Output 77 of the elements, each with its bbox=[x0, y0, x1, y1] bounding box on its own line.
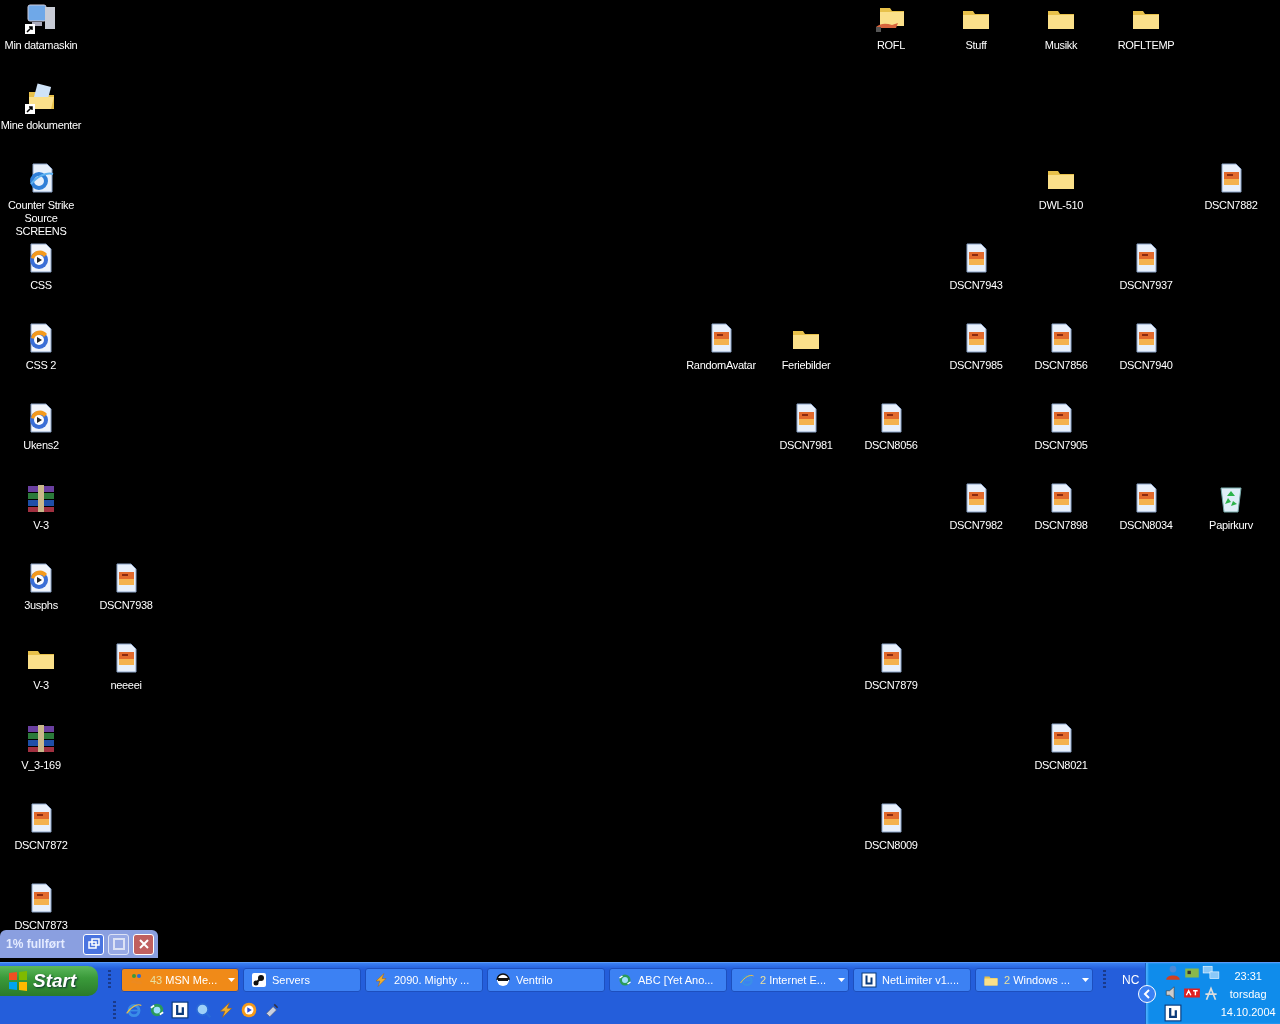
archive-icon[interactable] bbox=[25, 482, 57, 514]
icon-label: Musikk bbox=[1044, 39, 1078, 52]
taskbar-button[interactable]: 2 Internet E... bbox=[731, 968, 849, 992]
icon-label: DSCN7898 bbox=[1034, 519, 1088, 532]
show-hidden-icons-button[interactable] bbox=[1138, 984, 1157, 1003]
icon-label: V-3 bbox=[33, 519, 49, 532]
icon-label: DWL-510 bbox=[1038, 199, 1084, 212]
icon-label: DSCN8056 bbox=[864, 439, 918, 452]
icon-label: V-3 bbox=[33, 679, 49, 692]
taskbar-button[interactable]: Ventrilo bbox=[487, 968, 605, 992]
browser-e-icon bbox=[739, 972, 755, 988]
icon-label: CSS 2 bbox=[25, 359, 57, 372]
clock-time: 23:31 bbox=[1234, 968, 1262, 984]
toolbar-label[interactable]: NC bbox=[1116, 973, 1146, 987]
icon-label: DSCN7981 bbox=[779, 439, 833, 452]
icon-label: DSCN8021 bbox=[1034, 759, 1088, 772]
icon-label: neeeei bbox=[110, 679, 142, 692]
close-button[interactable] bbox=[133, 933, 154, 955]
icon-label: CSS bbox=[30, 279, 52, 292]
clock-date: 14.10.2004 bbox=[1220, 1004, 1276, 1020]
icon-label: Min datamaskin bbox=[4, 39, 78, 52]
icon-label: DSCN7985 bbox=[949, 359, 1003, 372]
icon-label: Counter Strike Source SCREENS bbox=[6, 199, 76, 238]
shortcut-arrow-icon bbox=[25, 24, 35, 34]
window-logo-icon[interactable] bbox=[171, 1001, 189, 1019]
icon-label: Mine dokumenter bbox=[0, 119, 82, 132]
windows-logo-icon bbox=[8, 971, 28, 991]
taskbar-button[interactable]: Servers bbox=[243, 968, 361, 992]
icon-label: DSCN7879 bbox=[864, 679, 918, 692]
lightning-icon bbox=[373, 972, 389, 988]
archive-icon[interactable] bbox=[25, 722, 57, 754]
icon-label: DSCN7937 bbox=[1119, 279, 1173, 292]
start-button[interactable]: Start bbox=[0, 966, 98, 996]
window-logo-icon[interactable] bbox=[1164, 1004, 1183, 1022]
globe-arrows-icon bbox=[617, 972, 633, 988]
satellite-icon[interactable] bbox=[263, 1001, 281, 1019]
close-icon bbox=[136, 937, 151, 951]
icon-label: DSCN7882 bbox=[1204, 199, 1258, 212]
restore-icon bbox=[86, 937, 101, 951]
icon-label: DSCN8034 bbox=[1119, 519, 1173, 532]
icon-label: DSCN7905 bbox=[1034, 439, 1088, 452]
lightning-icon[interactable] bbox=[217, 1001, 235, 1019]
icon-label: 3usphs bbox=[24, 599, 58, 612]
icon-label: Ukens2 bbox=[23, 439, 59, 452]
icon-label: RandomAvatar bbox=[686, 359, 756, 372]
icon-label: Papirkurv bbox=[1209, 519, 1253, 532]
icon-label: ROFLTEMP bbox=[1117, 39, 1175, 52]
icon-label: Feriebilder bbox=[781, 359, 831, 372]
taskbar-button[interactable]: 2090. Mighty ... bbox=[365, 968, 483, 992]
icon-label: DSCN7872 bbox=[14, 839, 68, 852]
icon-label: DSCN7873 bbox=[14, 919, 68, 932]
icon-label: Stuff bbox=[965, 39, 987, 52]
icon-label: DSCN7982 bbox=[949, 519, 1003, 532]
icon-label: DSCN8009 bbox=[864, 839, 918, 852]
icon-label: DSCN7940 bbox=[1119, 359, 1173, 372]
shortcut-arrow-icon bbox=[25, 104, 35, 114]
browser-e-icon[interactable] bbox=[125, 1001, 143, 1019]
window-logo-icon bbox=[861, 972, 877, 988]
taskbar-button[interactable]: NetLimiter v1.... bbox=[853, 968, 971, 992]
magnifier-chat-icon[interactable] bbox=[194, 1001, 212, 1019]
round-logo-icon bbox=[251, 972, 267, 988]
taskbar-button[interactable]: 43 MSN Me... bbox=[121, 968, 239, 992]
icon-label: V_3-169 bbox=[21, 759, 61, 772]
clock-day: torsdag bbox=[1229, 984, 1267, 1003]
maximize-icon bbox=[111, 937, 126, 951]
icon-label: ROFL bbox=[876, 39, 906, 52]
icon-label: DSCN7938 bbox=[99, 599, 153, 612]
chevron-icon bbox=[1143, 988, 1152, 999]
progress-title: 1% fullført bbox=[6, 937, 65, 951]
headset-face-icon bbox=[495, 972, 511, 988]
media-play-icon[interactable] bbox=[240, 1001, 258, 1019]
globe-arrows-icon[interactable] bbox=[148, 1001, 166, 1019]
taskbar-button[interactable]: 2 Windows ... bbox=[975, 968, 1093, 992]
icon-label: DSCN7856 bbox=[1034, 359, 1088, 372]
restore-button[interactable] bbox=[83, 933, 104, 955]
icon-label: DSCN7943 bbox=[949, 279, 1003, 292]
taskbar-button[interactable]: ABC [Yet Ano... bbox=[609, 968, 727, 992]
